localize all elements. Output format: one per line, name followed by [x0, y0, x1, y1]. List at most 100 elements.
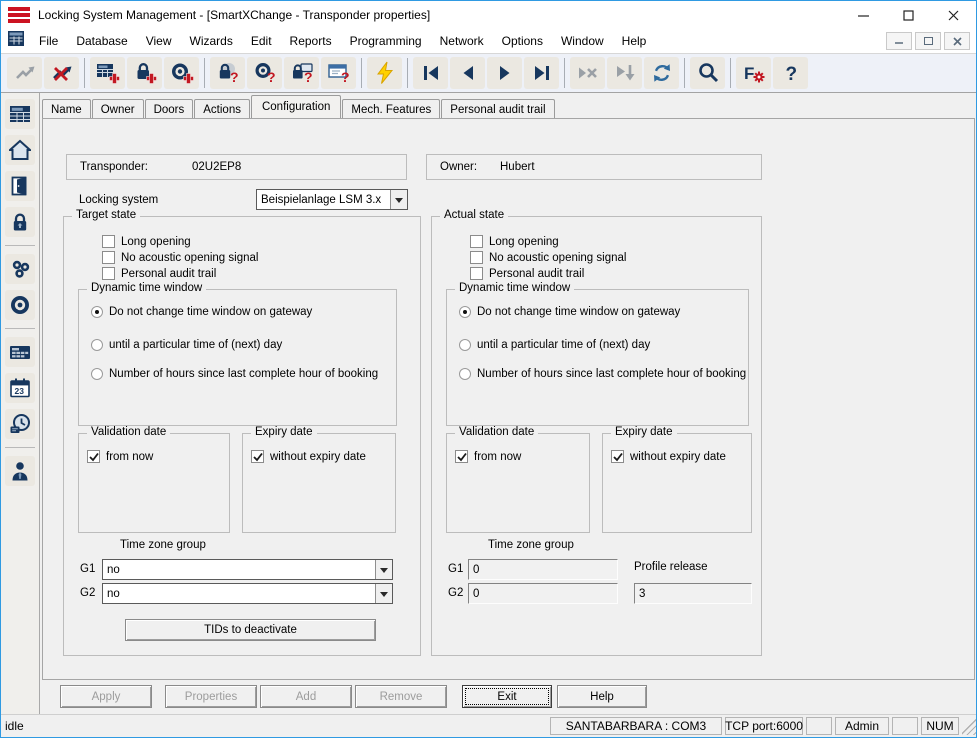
new-lock-button[interactable]: [127, 57, 162, 89]
target-dtw-until-time-radio[interactable]: [91, 339, 103, 351]
refresh-button[interactable]: [644, 57, 679, 89]
target-g2-combobox[interactable]: no: [102, 583, 393, 604]
actual-dtw-option-row: until a particular time of (next) day: [459, 339, 650, 351]
sidebar-locks-button[interactable]: [5, 207, 35, 237]
validation-date-title: Validation date: [87, 426, 170, 438]
first-record-button[interactable]: [413, 57, 448, 89]
previous-record-button[interactable]: [450, 57, 485, 89]
locking-system-combobox[interactable]: Beispielanlage LSM 3.x: [256, 189, 408, 210]
menu-edit[interactable]: Edit: [242, 31, 281, 51]
exit-button[interactable]: Exit: [462, 685, 552, 708]
last-record-button[interactable]: [524, 57, 559, 89]
target-long-opening-checkbox[interactable]: [102, 235, 115, 248]
sidebar-matrix-grid-button[interactable]: [5, 337, 35, 367]
svg-text:?: ?: [785, 64, 797, 85]
tab-actions[interactable]: Actions: [194, 99, 250, 118]
menu-view[interactable]: View: [137, 31, 181, 51]
remove-button[interactable]: Remove: [355, 685, 447, 708]
menu-programming[interactable]: Programming: [341, 31, 431, 51]
apply-button[interactable]: Apply: [60, 685, 152, 708]
window-controls: [841, 1, 976, 29]
app-logo-icon: [8, 7, 30, 23]
menu-file[interactable]: File: [30, 31, 67, 51]
target-dtw-no-change-radio[interactable]: [91, 306, 103, 318]
read-mifare-lock-button[interactable]: ?: [284, 57, 319, 89]
sidebar-transponders-button[interactable]: [5, 290, 35, 320]
programming-flash-icon: [373, 61, 397, 85]
read-window-icon: ?: [327, 61, 351, 85]
chevron-down-icon[interactable]: [375, 560, 392, 579]
menu-help[interactable]: Help: [613, 31, 656, 51]
menu-window[interactable]: Window: [552, 31, 613, 51]
sidebar-transponder-groups-button[interactable]: [5, 254, 35, 284]
connect-button[interactable]: [7, 57, 42, 89]
tab-configuration[interactable]: Configuration: [251, 95, 341, 118]
programming-button[interactable]: [367, 57, 402, 89]
actual-personal-audit-checkbox[interactable]: [470, 267, 483, 280]
next-record-button[interactable]: [487, 57, 522, 89]
tab-owner[interactable]: Owner: [92, 99, 144, 118]
mdi-restore-button[interactable]: [915, 32, 941, 50]
tab-personal-audit-trail[interactable]: Personal audit trail: [441, 99, 554, 118]
new-locking-system-button[interactable]: [90, 57, 125, 89]
target-personal-audit-checkbox[interactable]: [102, 267, 115, 280]
target-g1-combobox[interactable]: no: [102, 559, 393, 580]
close-button[interactable]: [931, 1, 976, 29]
target-dtw-option-row: until a particular time of (next) day: [91, 339, 282, 351]
target-from-now-row: from now: [87, 450, 153, 463]
actual-dtw-no-change-radio[interactable]: [459, 306, 471, 318]
disconnect-button[interactable]: [44, 57, 79, 89]
sidebar-matrix-button[interactable]: [5, 99, 35, 129]
sidebar-time-zone-button[interactable]: [5, 409, 35, 439]
search-button[interactable]: [690, 57, 725, 89]
actual-without-expiry-checkbox[interactable]: [611, 450, 624, 463]
target-dtw-hours-radio[interactable]: [91, 368, 103, 380]
read-transponder-icon: ?: [253, 61, 277, 85]
target-no-acoustic-checkbox[interactable]: [102, 251, 115, 264]
tab-doors[interactable]: Doors: [145, 99, 194, 118]
actual-long-opening-checkbox[interactable]: [470, 235, 483, 248]
filter-settings-button[interactable]: F: [736, 57, 771, 89]
menu-options[interactable]: Options: [493, 31, 552, 51]
actual-dynamic-time-window-group: Dynamic time window Do not change time w…: [446, 289, 749, 426]
filter-settings-icon: F: [742, 61, 766, 85]
tab-mech-features[interactable]: Mech. Features: [342, 99, 440, 118]
sidebar-areas-button[interactable]: [5, 135, 35, 165]
menu-reports[interactable]: Reports: [281, 31, 341, 51]
mdi-minimize-button[interactable]: [886, 32, 912, 50]
mdi-close-button[interactable]: [944, 32, 970, 50]
minimize-button[interactable]: [841, 1, 886, 29]
menu-database[interactable]: Database: [67, 31, 136, 51]
menu-wizards[interactable]: Wizards: [181, 31, 242, 51]
read-window-button[interactable]: ?: [321, 57, 356, 89]
sidebar-doors-button[interactable]: [5, 171, 35, 201]
properties-button[interactable]: Properties: [165, 685, 257, 708]
menu-network[interactable]: Network: [431, 31, 493, 51]
actual-no-acoustic-checkbox[interactable]: [470, 251, 483, 264]
actual-from-now-checkbox[interactable]: [455, 450, 468, 463]
tab-name[interactable]: Name: [42, 99, 91, 118]
cancel-navigation-button[interactable]: [570, 57, 605, 89]
toolbar-separator: [204, 58, 205, 88]
help-footer-button[interactable]: Help: [557, 685, 647, 708]
read-transponder-button[interactable]: ?: [247, 57, 282, 89]
help-button[interactable]: ?: [773, 57, 808, 89]
chevron-down-icon[interactable]: [375, 584, 392, 603]
read-lock-button[interactable]: ?: [210, 57, 245, 89]
sidebar-calendar-button[interactable]: 23: [5, 373, 35, 403]
owner-info-box: Owner: Hubert: [426, 154, 762, 180]
actual-dtw-until-time-radio[interactable]: [459, 339, 471, 351]
goto-record-button[interactable]: [607, 57, 642, 89]
sidebar-persons-button[interactable]: [5, 456, 35, 486]
target-without-expiry-checkbox[interactable]: [251, 450, 264, 463]
resize-grip[interactable]: [962, 717, 976, 735]
target-state-title: Target state: [72, 209, 140, 221]
search-icon: [696, 61, 720, 85]
new-transponder-button[interactable]: [164, 57, 199, 89]
tids-to-deactivate-button[interactable]: TIDs to deactivate: [125, 619, 376, 641]
target-from-now-checkbox[interactable]: [87, 450, 100, 463]
add-button[interactable]: Add: [260, 685, 352, 708]
chevron-down-icon[interactable]: [390, 190, 407, 209]
maximize-button[interactable]: [886, 1, 931, 29]
actual-dtw-hours-radio[interactable]: [459, 368, 471, 380]
